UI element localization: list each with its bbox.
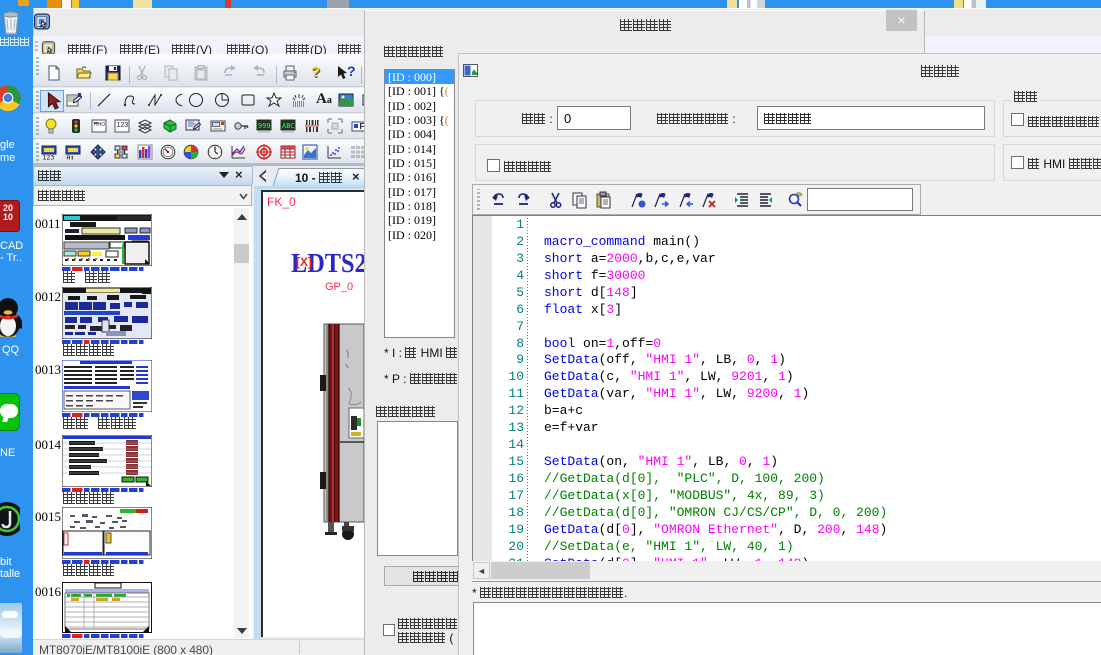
svg-text:123: 123 [43,154,55,161]
svg-text:123: 123 [117,122,129,129]
svg-text:ABC: ABC [282,122,295,130]
svg-text:999: 999 [258,122,271,130]
svg-text:HHO: HHO [94,122,105,128]
svg-text:H↕: H↕ [67,154,75,161]
